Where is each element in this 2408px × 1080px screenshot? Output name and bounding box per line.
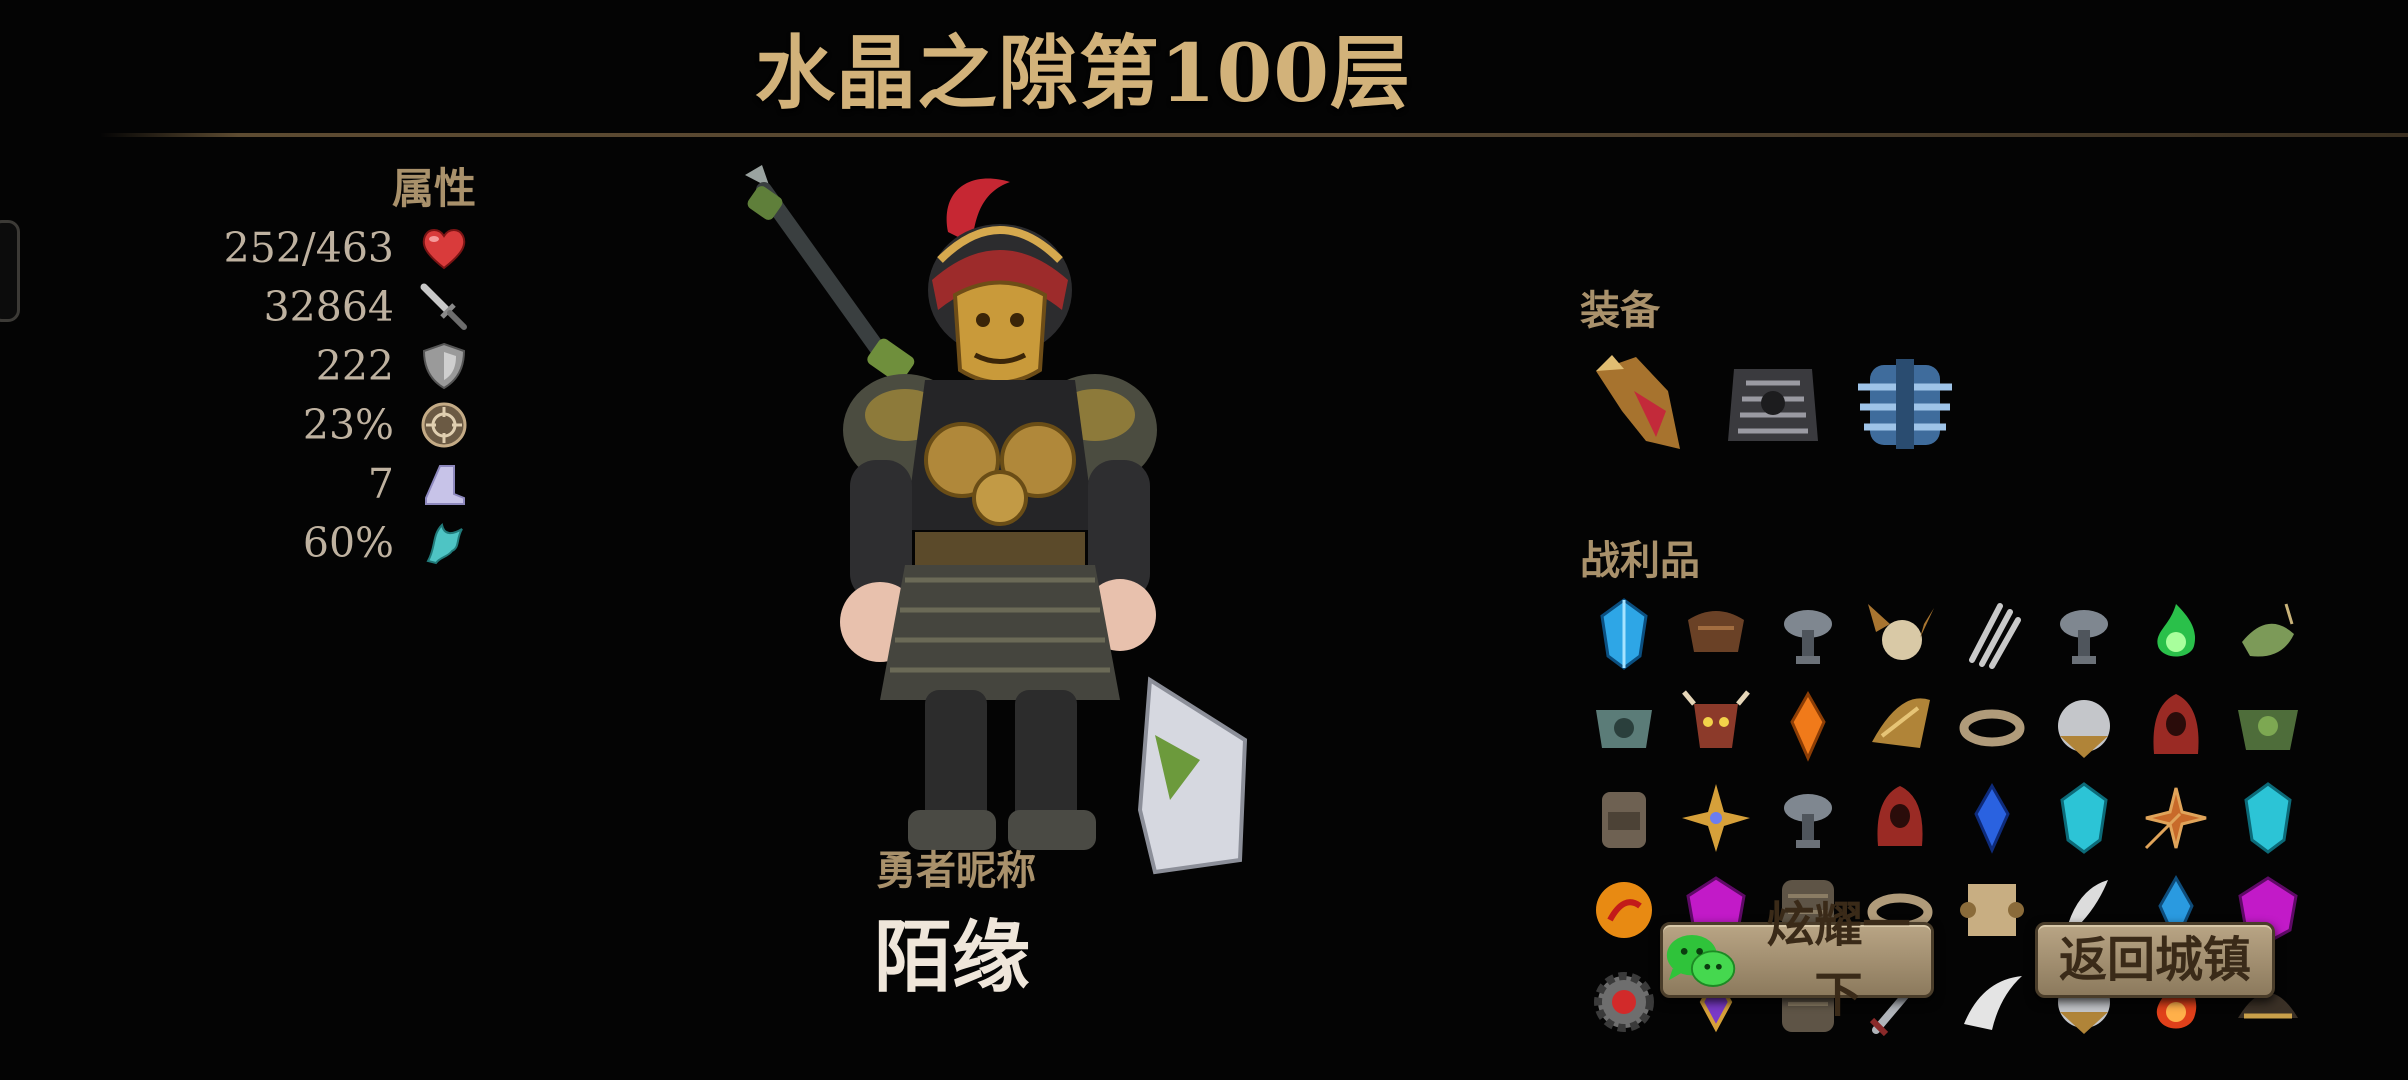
equipment-title: 装备: [1580, 287, 1660, 334]
green-armor-icon[interactable]: [2228, 686, 2308, 766]
ring-icon[interactable]: [1952, 686, 2032, 766]
heart-icon: [422, 229, 466, 270]
game-screen: 水晶之隙第100层 属性 252/463 32864 222 23% 7 60%…: [0, 0, 2408, 1080]
gray-helmet-icon[interactable]: [1768, 594, 1848, 674]
fire-orb-icon[interactable]: [1584, 870, 1664, 950]
wechat-icon: [1666, 934, 1736, 987]
loot-title: 战利品: [1580, 537, 1700, 584]
side-tab-handle[interactable]: [0, 220, 20, 322]
green-amulet-icon[interactable]: [2228, 594, 2308, 674]
orange-crystal-icon[interactable]: [1768, 686, 1848, 766]
blue-armor-icon[interactable]: [1846, 345, 1964, 463]
stat-row-crit: 23%: [180, 397, 510, 453]
star-blade-icon[interactable]: [2136, 778, 2216, 858]
green-flame-icon[interactable]: [2136, 594, 2216, 674]
jade-armor-icon[interactable]: [1584, 686, 1664, 766]
nickname-label: 勇者昵称: [876, 847, 1036, 894]
share-button[interactable]: 炫耀一下: [1660, 897, 1934, 1023]
attack-value: 32864: [263, 283, 394, 331]
armor-icon[interactable]: [1714, 345, 1832, 463]
return-town-button[interactable]: 返回城镇: [2035, 922, 2275, 998]
horn-icon[interactable]: [1952, 962, 2032, 1042]
sword-icon: [420, 283, 467, 330]
horned-orb-icon[interactable]: [1860, 594, 1940, 674]
defense-value: 222: [315, 342, 394, 390]
stat-row-dodge: 60%: [180, 515, 510, 571]
red-hood-icon[interactable]: [1860, 778, 1940, 858]
backpack-icon[interactable]: [1584, 778, 1664, 858]
nickname: 陌缘: [874, 912, 1031, 1003]
gray-helmet-icon[interactable]: [2044, 594, 2124, 674]
dodge-value: 60%: [302, 519, 394, 567]
weapon-icon[interactable]: [1582, 345, 1700, 463]
cyan-gem-icon[interactable]: [2228, 778, 2308, 858]
share-button-label: 炫耀一下: [1766, 897, 1911, 1023]
red-hood-icon[interactable]: [2136, 686, 2216, 766]
speed-value: 7: [367, 460, 394, 508]
claw-icon[interactable]: [1952, 594, 2032, 674]
stat-row-health: 252/463: [180, 220, 510, 276]
shuriken-icon[interactable]: [1676, 778, 1756, 858]
return-town-button-label: 返回城镇: [2058, 932, 2251, 988]
gray-helmet-icon[interactable]: [1768, 778, 1848, 858]
gear-icon[interactable]: [1584, 962, 1664, 1042]
shield-icon: [422, 342, 466, 390]
silver-orb-icon[interactable]: [2044, 686, 2124, 766]
hero-character: [745, 165, 1248, 875]
golden-helmet-icon[interactable]: [1860, 686, 1940, 766]
dodge-icon: [426, 522, 463, 565]
mask-icon[interactable]: [1676, 686, 1756, 766]
crit-icon: [421, 402, 467, 448]
health-value: 252/463: [223, 224, 394, 272]
title-divider: [100, 133, 2408, 137]
scroll-icon[interactable]: [1952, 870, 2032, 950]
brown-cape-icon[interactable]: [1676, 594, 1756, 674]
stat-row-defense: 222: [180, 338, 510, 394]
cyan-gem-icon[interactable]: [2044, 778, 2124, 858]
boot-icon: [425, 465, 465, 505]
blue-crystal-icon[interactable]: [1952, 778, 2032, 858]
stat-row-attack: 32864: [180, 279, 510, 335]
attributes-title: 属性: [392, 164, 477, 213]
blue-gem-icon[interactable]: [1584, 594, 1664, 674]
floor-title: 水晶之隙第100层: [755, 26, 1411, 120]
crit-value: 23%: [302, 401, 394, 449]
stat-row-speed: 7: [180, 456, 510, 512]
